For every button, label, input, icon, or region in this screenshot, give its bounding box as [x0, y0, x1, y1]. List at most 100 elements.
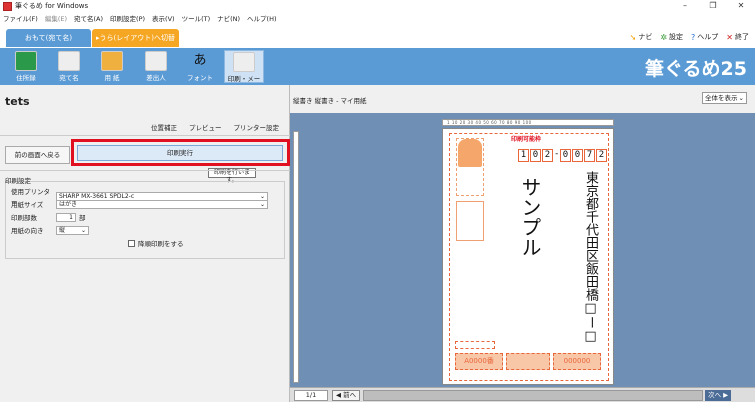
- maximize-button[interactable]: ❐: [699, 0, 727, 12]
- toolbar-atena[interactable]: 宛て名: [49, 50, 89, 83]
- toolbar-print-mail[interactable]: 印刷・メール: [224, 50, 264, 93]
- zip-digit: 0: [530, 149, 541, 162]
- back-button[interactable]: 前の画面へ戻る: [5, 146, 70, 164]
- orientation-label: 用紙の向き: [11, 227, 44, 235]
- position-adjust-link[interactable]: 位置補正: [151, 122, 177, 132]
- zip-digit: 2: [542, 149, 553, 162]
- main-toolbar: 住所録 宛て名 用 紙 差出人 あ フォント 印刷・メール 筆ぐるめ25: [0, 48, 755, 93]
- window-title: 筆ぐるめ for Windows: [15, 2, 89, 10]
- toolbar-sender[interactable]: 差出人: [136, 50, 176, 83]
- toolbar-label: 差出人: [146, 74, 166, 82]
- stamp-image: [458, 139, 482, 167]
- next-page-button[interactable]: 次へ ▶: [705, 389, 732, 401]
- close-icon: ✕: [726, 32, 733, 42]
- close-button[interactable]: ✕: [727, 0, 755, 12]
- menu-view[interactable]: 表示(V): [152, 13, 175, 23]
- zoom-value: 全体を表示: [705, 94, 738, 102]
- print-execute-button[interactable]: 印刷実行: [77, 145, 283, 161]
- tab-row: おもて(宛て名) ▸うら(レイアウト)へ切替 ➘ ナビ ✲ 設定 ? ヘルプ ✕ 終了: [0, 24, 755, 48]
- paper-size-value: はがき: [59, 200, 78, 208]
- zip-dash: -: [554, 149, 560, 159]
- preview-link[interactable]: プレビュー: [189, 122, 222, 132]
- navi-icon: ➘: [629, 32, 637, 42]
- bottom-boxes: A0000番 000000: [455, 353, 604, 370]
- menu-help[interactable]: ヘルプ(H): [247, 13, 276, 23]
- postal-code: 1 0 2 - 0 0 7 2: [518, 149, 608, 162]
- postcard-preview[interactable]: 印刷可能枠 1 0 2 - 0 0 7 2 東京都千代田区飯田橋□ー□ サンプル…: [442, 128, 614, 385]
- orientation-select[interactable]: 縦 ⌄: [56, 225, 89, 235]
- preview-canvas: 1 10 20 30 40 50 60 70 80 90 100 印刷可能枠 1…: [290, 113, 755, 387]
- paper-size-row: 用紙サイズ はがき ⌄: [11, 199, 268, 209]
- serial-number-box: 000000: [553, 353, 601, 370]
- settings-label: 設定: [669, 33, 684, 41]
- top-right-actions: ➘ ナビ ✲ 設定 ? ヘルプ ✕ 終了: [622, 32, 749, 42]
- prev-label: 前へ: [343, 390, 357, 399]
- zip-digit: 0: [560, 149, 571, 162]
- page-indicator: 1/1: [294, 389, 328, 401]
- recipient-address: 東京都千代田区飯田橋□ー□: [583, 171, 598, 344]
- left-panel: tets 位置補正 プレビュー プリンター設定 前の画面へ戻る 印刷実行 印刷を…: [0, 85, 290, 402]
- app-icon: [3, 1, 12, 11]
- chevron-down-icon: ⌄: [259, 200, 265, 208]
- exit-label: 終了: [735, 33, 749, 41]
- horizontal-scrollbar[interactable]: [363, 389, 704, 401]
- reverse-print-checkbox[interactable]: [128, 239, 135, 247]
- menu-edit[interactable]: 編集(E): [45, 13, 67, 23]
- divider: [0, 170, 290, 171]
- toolbar-font[interactable]: あ フォント: [180, 50, 220, 83]
- preview-statusbar: 1/1 ◀ 前へ 次へ ▶: [290, 387, 755, 402]
- settings-button[interactable]: ✲ 設定: [660, 32, 683, 42]
- address-book-icon: [15, 51, 37, 71]
- toolbar-paper[interactable]: 用 紙: [92, 50, 132, 83]
- reverse-print-label: 降順印刷をする: [138, 240, 184, 248]
- menu-bar: ファイル(F) 編集(E) 宛て名(A) 印刷設定(P) 表示(V) ツール(T…: [0, 12, 755, 24]
- help-label: ヘルプ: [697, 33, 719, 41]
- atena-icon: [58, 51, 80, 71]
- copies-row: 印刷部数 1 部: [11, 212, 86, 222]
- prev-page-button[interactable]: ◀ 前へ: [332, 389, 361, 401]
- copies-stepper[interactable]: 1: [56, 212, 76, 222]
- menu-navi[interactable]: ナビ(N): [217, 13, 240, 23]
- settings-legend: 印刷設定: [5, 177, 31, 185]
- paper-info: 縦書き 縦書き - マイ用紙: [293, 97, 367, 105]
- left-ruler: [293, 131, 299, 383]
- navi-button[interactable]: ➘ ナビ: [630, 32, 653, 42]
- menu-address[interactable]: 宛て名(A): [74, 13, 103, 23]
- gear-icon: ✲: [660, 32, 668, 42]
- left-links: 位置補正 プレビュー プリンター設定: [139, 122, 279, 132]
- menu-file[interactable]: ファイル(F): [3, 13, 38, 23]
- middle-box: [506, 353, 550, 370]
- zoom-select[interactable]: 全体を表示 ⌄: [702, 92, 747, 104]
- orientation-row: 用紙の向き 縦 ⌄: [11, 225, 89, 235]
- printer-icon: [233, 52, 255, 72]
- printer-settings-link[interactable]: プリンター設定: [234, 122, 280, 132]
- toolbar-label: 住所録: [16, 74, 36, 82]
- toolbar-address-book[interactable]: 住所録: [6, 50, 46, 83]
- toolbar-label: 用 紙: [104, 74, 120, 82]
- stamp-decoration: [456, 201, 484, 241]
- minimize-button[interactable]: –: [671, 0, 699, 12]
- toolbar-label: フォント: [187, 74, 213, 82]
- window-controls: – ❐ ✕: [671, 0, 755, 12]
- help-icon: ?: [691, 32, 696, 42]
- paper-size-select[interactable]: はがき ⌄: [56, 199, 268, 209]
- paper-icon: [101, 51, 123, 71]
- zip-digit: 7: [584, 149, 595, 162]
- help-button[interactable]: ? ヘルプ: [691, 32, 718, 42]
- chevron-down-icon: ⌄: [80, 226, 86, 234]
- note-area: [455, 341, 495, 349]
- right-panel: 縦書き 縦書き - マイ用紙 全体を表示 ⌄ 1 10 20 30 40 50 …: [290, 85, 755, 402]
- zip-digit: 1: [518, 149, 529, 162]
- lottery-number-box: A0000番: [455, 353, 503, 370]
- title-bar: 筆ぐるめ for Windows – ❐ ✕: [0, 0, 755, 12]
- print-area-label: 印刷可能枠: [511, 136, 542, 143]
- menu-tools[interactable]: ツール(T): [182, 13, 211, 23]
- navi-label: ナビ: [638, 33, 653, 41]
- brand-logo: 筆ぐるめ25: [644, 58, 747, 80]
- toolbar-label: 宛て名: [59, 74, 79, 82]
- tab-ura[interactable]: ▸うら(レイアウト)へ切替: [92, 29, 179, 47]
- divider: [0, 135, 290, 136]
- exit-button[interactable]: ✕ 終了: [726, 32, 749, 42]
- tab-omote[interactable]: おもて(宛て名): [6, 29, 91, 47]
- menu-print-settings[interactable]: 印刷設定(P): [110, 13, 145, 23]
